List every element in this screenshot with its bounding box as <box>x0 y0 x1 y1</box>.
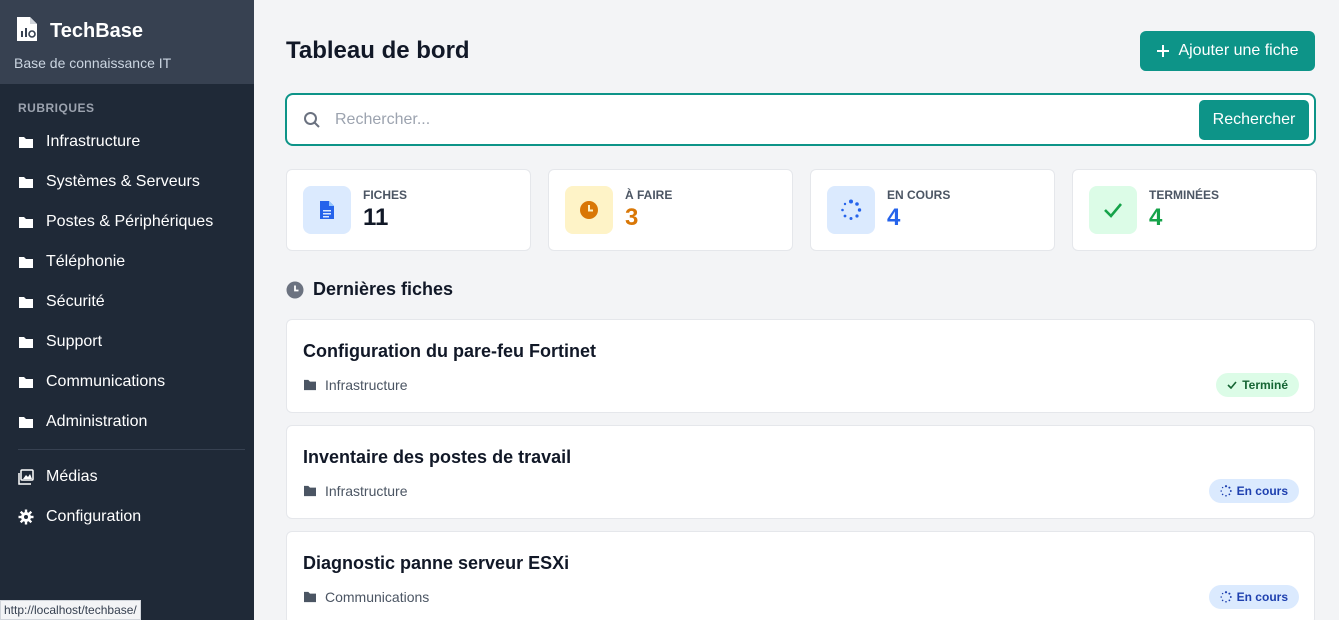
section-label: RUBRIQUES <box>18 101 95 115</box>
sidebar-item-label: Infrastructure <box>46 133 141 150</box>
sidebar: TechBase Base de connaissance IT RUBRIQU… <box>0 0 254 620</box>
history-clock-icon <box>286 281 304 298</box>
sidebar-item-postes-peripheriques[interactable]: Postes & Périphériques <box>0 202 254 242</box>
stat-value: 4 <box>887 204 901 231</box>
brand-title[interactable]: TechBase <box>50 20 143 43</box>
folder-icon <box>19 177 33 188</box>
fiche-category: Infrastructure <box>303 483 407 499</box>
fiche-title[interactable]: Configuration du pare-feu Fortinet <box>303 341 596 362</box>
add-fiche-label: Ajouter une fiche <box>1178 42 1299 59</box>
status-bar-url: http://localhost/techbase/ <box>0 600 141 620</box>
status-badge-label: En cours <box>1236 590 1288 604</box>
status-badge: En cours <box>1208 479 1299 503</box>
sidebar-item-label: Sécurité <box>46 293 105 310</box>
logo-icon <box>14 16 40 47</box>
fiche-category-label: Communications <box>325 589 430 605</box>
sidebar-item-communications[interactable]: Communications <box>0 362 254 402</box>
sidebar-item-infrastructure[interactable]: Infrastructure <box>0 122 254 162</box>
recent-title: Dernières fiches <box>313 279 454 299</box>
folder-icon <box>304 379 316 391</box>
brand-subtitle: Base de connaissance IT <box>14 55 172 71</box>
main-content: Tableau de bord Ajouter une fiche Recher… <box>254 0 1339 620</box>
fiche-card[interactable]: Diagnostic panne serveur ESXi Communicat… <box>286 531 1315 620</box>
sidebar-item-label: Téléphonie <box>46 253 126 270</box>
fiche-category-label: Infrastructure <box>325 377 408 393</box>
stat-label: TERMINÉES <box>1149 188 1220 202</box>
stats-row: FICHES 11 À FAIRE 3 EN COURS 4 TERMINÉES… <box>286 169 1317 251</box>
folder-icon <box>19 137 33 148</box>
stat-value: 11 <box>363 204 389 231</box>
fiche-category: Communications <box>303 589 429 605</box>
sidebar-item-label: Configuration <box>46 508 142 525</box>
sidebar-item-telephonie[interactable]: Téléphonie <box>0 242 254 282</box>
sidebar-item-label: Postes & Périphériques <box>46 213 214 230</box>
fiche-card[interactable]: Configuration du pare-feu Fortinet Infra… <box>286 319 1315 413</box>
stat-card-en-cours: EN COURS 4 <box>810 169 1055 251</box>
folder-icon <box>304 485 316 497</box>
clock-icon <box>565 186 613 234</box>
sidebar-item-label: Systèmes & Serveurs <box>46 173 200 190</box>
stat-card-fiches: FICHES 11 <box>286 169 531 251</box>
fiche-title[interactable]: Diagnostic panne serveur ESXi <box>303 553 569 574</box>
fiche-category: Infrastructure <box>303 377 407 393</box>
document-icon <box>303 186 351 234</box>
folder-icon <box>19 217 33 228</box>
plus-icon <box>1157 45 1170 57</box>
sidebar-nav: Infrastructure Systèmes & Serveurs Poste… <box>0 122 254 537</box>
check-icon <box>1227 381 1237 389</box>
recent-header: Dernières fiches <box>286 279 453 300</box>
sidebar-divider <box>18 449 245 450</box>
stat-label: FICHES <box>363 188 408 202</box>
search-bar: Rechercher <box>285 93 1316 146</box>
stat-label: À FAIRE <box>625 188 673 202</box>
status-badge: Terminé <box>1216 373 1299 397</box>
stat-card-terminees: TERMINÉES 4 <box>1072 169 1317 251</box>
sidebar-item-systemes-serveurs[interactable]: Systèmes & Serveurs <box>0 162 254 202</box>
search-input[interactable] <box>335 110 1199 129</box>
brand-header: TechBase Base de connaissance IT <box>0 0 254 84</box>
spinner-icon <box>1220 591 1232 603</box>
check-icon <box>1089 186 1137 234</box>
fiche-category-label: Infrastructure <box>325 483 408 499</box>
sidebar-item-configuration[interactable]: Configuration <box>0 497 254 537</box>
folder-icon <box>19 417 33 428</box>
sidebar-item-support[interactable]: Support <box>0 322 254 362</box>
sidebar-item-securite[interactable]: Sécurité <box>0 282 254 322</box>
folder-icon <box>19 297 33 308</box>
sidebar-item-label: Support <box>46 333 103 350</box>
fiche-title[interactable]: Inventaire des postes de travail <box>303 447 571 468</box>
sidebar-item-label: Médias <box>46 468 98 485</box>
folder-icon <box>19 257 33 268</box>
sidebar-item-administration[interactable]: Administration <box>0 402 254 442</box>
sidebar-item-label: Administration <box>46 413 148 430</box>
stat-card-a-faire: À FAIRE 3 <box>548 169 793 251</box>
search-button[interactable]: Rechercher <box>1199 99 1309 140</box>
spinner-icon <box>1220 485 1232 497</box>
folder-icon <box>19 377 33 388</box>
page-title: Tableau de bord <box>286 37 470 64</box>
stat-value: 3 <box>625 204 639 231</box>
search-icon <box>304 111 320 128</box>
sidebar-item-medias[interactable]: Médias <box>0 457 254 497</box>
stat-value: 4 <box>1149 204 1163 231</box>
status-badge-label: En cours <box>1236 484 1288 498</box>
status-badge: En cours <box>1208 585 1299 609</box>
stat-label: EN COURS <box>887 188 951 202</box>
status-badge-label: Terminé <box>1242 378 1288 392</box>
sidebar-item-label: Communications <box>46 373 166 390</box>
folder-icon <box>304 591 316 603</box>
fiche-card[interactable]: Inventaire des postes de travail Infrast… <box>286 425 1315 519</box>
images-icon <box>18 469 34 485</box>
spinner-icon <box>827 186 875 234</box>
gear-icon <box>18 509 34 525</box>
folder-icon <box>19 337 33 348</box>
add-fiche-button[interactable]: Ajouter une fiche <box>1140 31 1315 71</box>
